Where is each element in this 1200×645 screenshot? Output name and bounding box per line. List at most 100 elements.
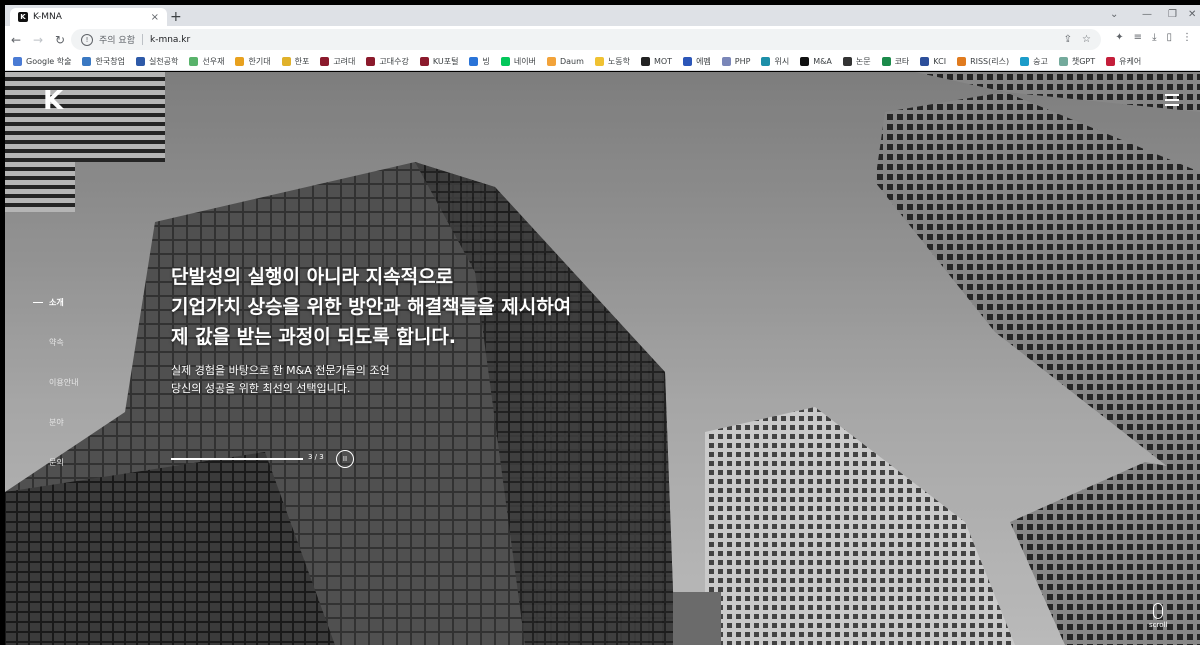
new-tab-button[interactable]: + (170, 9, 182, 25)
mouse-icon (1153, 603, 1164, 619)
bookmark-star-icon[interactable]: ☆ (1082, 34, 1091, 45)
bookmark-item[interactable]: 한포 (281, 56, 310, 67)
bookmark-favicon-icon (640, 57, 650, 66)
bookmark-item[interactable]: MOT (640, 57, 673, 66)
section-nav: 소개약속이용안내 분야 문의 (33, 282, 78, 482)
bookmark-favicon-icon (1058, 57, 1068, 66)
bookmark-label: 실천공학 (148, 57, 179, 66)
bookmark-item[interactable]: 위시 (761, 56, 789, 67)
url-text[interactable]: k-mna.kr (150, 35, 190, 45)
site-logo[interactable]: K (43, 86, 63, 116)
bookmark-favicon-icon (469, 57, 479, 66)
bookmark-item[interactable]: 실천공학 (135, 56, 179, 67)
slide-counter: 3 / 3 (308, 453, 324, 461)
side-panel-icon[interactable]: ▯ (1166, 32, 1172, 43)
bookmark-label: 네이버 (513, 57, 536, 66)
bookmark-label: MOT (653, 57, 673, 66)
bookmark-item[interactable]: KCI (920, 57, 946, 66)
bookmark-item[interactable]: RISS(리스) (957, 56, 1009, 67)
bookmark-label: 위시 (774, 57, 790, 66)
extensions-icon[interactable]: ✦ (1115, 32, 1123, 43)
bookmark-item[interactable]: 고대수강 (366, 56, 409, 67)
bookmark-label: 고려대 (333, 57, 356, 66)
window-close-icon[interactable]: ✕ (1188, 9, 1196, 20)
bookmark-item[interactable]: 논문 (842, 56, 871, 67)
tab-title: K-MNA (33, 12, 62, 22)
bookmark-item[interactable]: Google 학술 (13, 56, 71, 67)
bookmark-item[interactable]: 네이버 (500, 56, 536, 67)
bookmark-item[interactable]: 챗GPT (1058, 56, 1096, 67)
section-nav-label: 소개 (49, 297, 64, 307)
bookmark-item[interactable]: 한기대 (235, 56, 271, 67)
bookmark-favicon-icon (1106, 57, 1116, 66)
bookmark-label: 한기대 (248, 57, 271, 66)
bookmark-label: 빙 (482, 57, 490, 66)
headline-line: 기업가치 상승을 위한 방안과 해결책들을 제시하여 (171, 296, 572, 318)
bookmark-label: PHP (734, 57, 751, 66)
bookmark-item[interactable]: 숭고 (1020, 56, 1048, 67)
bookmark-favicon-icon (842, 57, 852, 66)
bookmark-item[interactable]: Daum (546, 57, 584, 66)
bookmark-label: 논문 (855, 57, 871, 66)
more-menu-icon[interactable]: ⋮ (1182, 32, 1192, 43)
pause-button[interactable]: II (336, 450, 354, 468)
tab-close-icon[interactable]: × (151, 12, 159, 23)
forward-icon[interactable]: → (27, 33, 49, 47)
bookmark-item[interactable]: 코타 (881, 56, 909, 67)
section-nav-item[interactable]: 약속 (33, 322, 78, 362)
bookmark-item[interactable]: 고려대 (320, 56, 355, 67)
k-mna-favicon-icon: K (18, 12, 28, 22)
tab-search-icon[interactable]: ⌄ (1110, 9, 1118, 20)
bookmark-item[interactable]: 에펨 (683, 56, 711, 67)
bookmark-item[interactable]: 선우재 (189, 56, 224, 67)
bookmark-label: 한포 (294, 57, 310, 66)
bookmark-item[interactable]: 노동학 (594, 56, 630, 67)
back-icon[interactable]: ← (5, 33, 27, 47)
bookmark-item[interactable]: KU포털 (419, 56, 459, 67)
bookmark-favicon-icon (13, 57, 22, 66)
reading-list-icon[interactable]: ≡ (1134, 32, 1142, 43)
bookmark-label: 선우재 (202, 57, 225, 66)
bookmark-label: 챗GPT (1071, 57, 1096, 66)
address-bar[interactable]: ! 주의 요함 k-mna.kr ⇪ ☆ (71, 29, 1101, 50)
bookmark-label: KU포털 (432, 57, 459, 66)
bookmark-item[interactable]: M&A (800, 57, 832, 66)
bookmark-label: RISS(리스) (970, 57, 1010, 66)
reload-icon[interactable]: ↻ (49, 33, 71, 47)
hamburger-menu-icon[interactable] (1165, 94, 1179, 109)
hero-headline: 단발성의 실행이 아니라 지속적으로기업가치 상승을 위한 방안과 해결책들을 … (171, 262, 571, 352)
section-nav-item[interactable]: 분야 (33, 402, 78, 442)
bookmark-label: 숭고 (1033, 57, 1048, 66)
bookmark-favicon-icon (683, 57, 693, 66)
bookmark-favicon-icon (721, 57, 731, 66)
page-viewport: K 소개약속이용안내 분야 문의 단발성의 실행이 아니라 지속적으로기업가치 상승… (5, 72, 1200, 645)
minimize-icon[interactable]: — (1142, 9, 1152, 20)
bookmark-item[interactable]: PHP (721, 57, 751, 66)
section-nav-item[interactable]: 소개 (33, 282, 78, 322)
bookmarks-bar: Google 학술 한국창업 실천공학 선우재 한기대 한포 고려대 고대수강 KU포털 빙 네이버… (5, 53, 1200, 71)
warning-icon[interactable]: ! (81, 33, 93, 46)
bookmark-favicon-icon (881, 57, 891, 66)
browser-toolbar: ← → ↻ ! 주의 요함 k-mna.kr ⇪ ☆ ✦ ≡ ⤓ ▯ ⋮ (5, 26, 1200, 53)
tab-strip: K K-MNA × + ⌄ — ❐ ✕ (5, 5, 1200, 26)
bookmark-item[interactable]: 빙 (469, 56, 490, 67)
headline-line: 단발성의 실행이 아니라 지속적으로 (171, 266, 454, 288)
bookmark-item[interactable]: 유케어 (1106, 56, 1141, 67)
bookmark-favicon-icon (366, 57, 376, 66)
active-indicator (33, 301, 43, 303)
section-nav-item[interactable]: 문의 (33, 442, 78, 482)
security-status[interactable]: 주의 요함 (99, 33, 135, 46)
scroll-indicator[interactable]: scroll (1149, 603, 1167, 629)
bookmark-favicon-icon (1020, 57, 1030, 66)
tab-k-mna[interactable]: K K-MNA × (10, 8, 167, 26)
restore-icon[interactable]: ❐ (1168, 9, 1177, 20)
pause-icon: II (342, 455, 348, 463)
share-icon[interactable]: ⇪ (1064, 34, 1072, 45)
bookmark-item[interactable]: 한국창업 (82, 56, 125, 67)
section-nav-label: 약속 (49, 337, 64, 347)
bookmark-label: Daum (559, 57, 584, 66)
download-icon[interactable]: ⤓ (1152, 32, 1156, 43)
bookmark-label: KCI (933, 57, 947, 66)
section-nav-item[interactable]: 이용안내 (33, 362, 78, 402)
subtext-line: 당신의 성공을 위한 최선의 선택입니다. (171, 382, 351, 395)
